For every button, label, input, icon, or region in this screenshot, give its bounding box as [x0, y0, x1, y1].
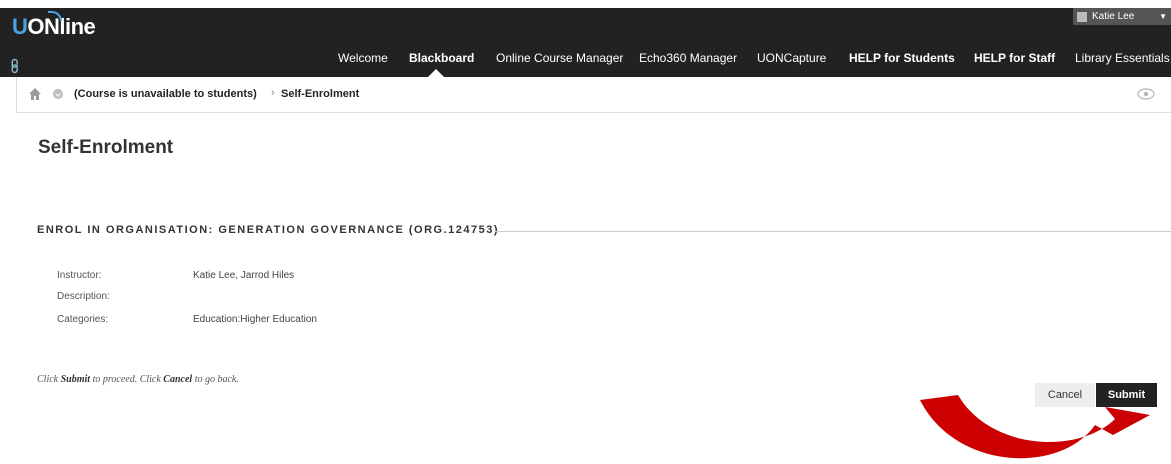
nav-help-for-students[interactable]: HELP for Students: [849, 51, 955, 65]
nav-blackboard[interactable]: Blackboard: [409, 51, 474, 65]
menu-circle-icon[interactable]: [53, 89, 63, 99]
field-label-categories: Categories:: [57, 314, 109, 325]
field-label-description: Description:: [57, 291, 110, 302]
instr-submit-word: Submit: [60, 374, 91, 385]
nav-uoncapture[interactable]: UONCapture: [757, 51, 826, 65]
breadcrumb-course[interactable]: (Course is unavailable to students): [74, 88, 257, 100]
site-header: UONline 🔗 Katie Lee ▼ Welcome Blackboard…: [0, 8, 1171, 77]
eye-icon[interactable]: [1137, 88, 1155, 100]
instr-cancel-word: Cancel: [163, 374, 193, 385]
home-icon[interactable]: [28, 87, 42, 101]
user-menu[interactable]: Katie Lee ▼: [1073, 8, 1171, 25]
nav-welcome[interactable]: Welcome: [338, 51, 388, 65]
uonline-logo[interactable]: UONline: [12, 11, 96, 40]
logo-prefix: U: [12, 14, 28, 39]
nav-online-course-manager[interactable]: Online Course Manager: [496, 51, 623, 65]
logo-signal-arc: [48, 11, 62, 21]
active-tab-pointer: [428, 69, 444, 77]
breadcrumb: (Course is unavailable to students) › Se…: [16, 77, 1171, 113]
caret-down-icon: ▼: [1159, 12, 1167, 21]
field-label-instructor: Instructor:: [57, 270, 102, 281]
breadcrumb-separator: ›: [271, 87, 275, 99]
nav-help-for-staff[interactable]: HELP for Staff: [974, 51, 1055, 65]
field-value-instructor: Katie Lee, Jarrod Hiles: [193, 270, 295, 281]
instr-text: Click: [37, 374, 61, 385]
instr-text: to proceed. Click: [90, 374, 164, 385]
field-value-categories: Education:Higher Education: [193, 314, 317, 325]
nav-library-essentials[interactable]: Library Essentials: [1075, 51, 1170, 65]
user-name: Katie Lee: [1092, 11, 1135, 22]
section-heading: ENROL IN ORGANISATION: GENERATION GOVERN…: [37, 224, 499, 236]
red-arrow-annotation: [920, 395, 1150, 459]
page-title: Self-Enrolment: [38, 137, 174, 158]
breadcrumb-current: Self-Enrolment: [281, 88, 360, 100]
submit-instructions: Click Submit to proceed. Click Cancel to…: [37, 374, 239, 385]
instr-text: to go back.: [192, 374, 239, 385]
nav-echo360-manager[interactable]: Echo360 Manager: [639, 51, 737, 65]
section-divider: [495, 231, 1171, 232]
top-nav: Welcome Blackboard Online Course Manager…: [0, 44, 1171, 77]
user-avatar-icon: [1077, 11, 1087, 22]
